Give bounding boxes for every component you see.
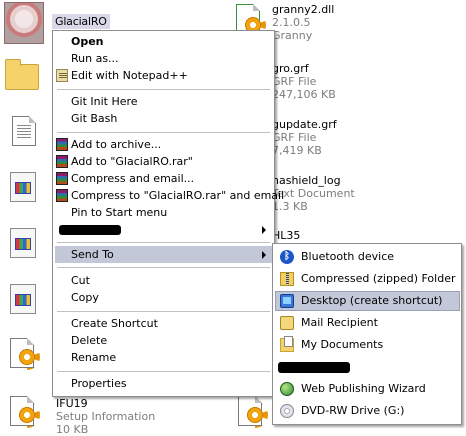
file-entry[interactable]: gupdate.grf GRF File 7,419 KB xyxy=(272,118,337,157)
menu-item-properties[interactable]: Properties xyxy=(55,375,272,392)
file-entry[interactable]: HL35 xyxy=(272,229,300,242)
file-name: granny2.dll xyxy=(272,3,335,16)
file-size: 247,106 KB xyxy=(272,88,336,101)
text-file-icon[interactable] xyxy=(12,116,36,146)
winrar-icon xyxy=(56,189,68,202)
redacted-label xyxy=(278,362,350,373)
selected-item-label[interactable]: GlacialRO xyxy=(52,14,110,29)
file-size: 1.3 KB xyxy=(272,200,308,213)
file-name: hashield_log xyxy=(272,174,341,187)
dvd-drive-icon xyxy=(280,404,294,418)
menu-item-redacted[interactable] xyxy=(55,221,272,238)
submenu-item-label: DVD-RW Drive (G:) xyxy=(301,404,405,417)
web-publishing-icon xyxy=(280,382,294,396)
menu-separator xyxy=(57,267,270,268)
send-to-desktop[interactable]: Desktop (create shortcut) xyxy=(275,291,460,311)
zip-folder-icon xyxy=(280,272,294,286)
menu-item-label: Compress to "GlacialRO.rar" and email xyxy=(71,189,285,202)
send-to-dvd-drive[interactable]: DVD-RW Drive (G:) xyxy=(275,401,460,421)
menu-item-label: Compress and email... xyxy=(71,172,195,185)
bluetooth-icon: ᛒ xyxy=(280,250,294,264)
file-company: Granny xyxy=(272,29,313,42)
menu-separator xyxy=(57,89,270,90)
file-name: gro.grf xyxy=(272,62,309,75)
menu-item-pin-start[interactable]: Pin to Start menu xyxy=(55,204,272,221)
submenu-item-label: Bluetooth device xyxy=(301,250,395,263)
submenu-arrow-icon xyxy=(262,251,266,259)
redacted-label xyxy=(59,225,121,235)
menu-separator xyxy=(57,132,270,133)
menu-item-label: Add to "GlacialRO.rar" xyxy=(71,155,193,168)
desktop-icon xyxy=(280,294,294,308)
file-type: Text Document xyxy=(272,187,355,200)
my-documents-icon xyxy=(280,336,294,352)
file-entry[interactable]: gro.grf GRF File 247,106 KB xyxy=(272,62,336,101)
menu-separator xyxy=(57,311,270,312)
submenu-item-label: Web Publishing Wizard xyxy=(301,382,426,395)
config-file-icon[interactable] xyxy=(10,228,36,258)
menu-separator xyxy=(57,371,270,372)
winrar-icon xyxy=(56,172,68,185)
setup-info-icon[interactable] xyxy=(10,338,40,370)
setup-info-icon[interactable] xyxy=(238,396,268,428)
send-to-web-publishing[interactable]: Web Publishing Wizard xyxy=(275,379,460,399)
menu-item-send-to[interactable]: Send To xyxy=(55,246,272,263)
file-name: HL35 xyxy=(272,229,301,242)
menu-item-copy[interactable]: Copy xyxy=(55,289,272,306)
file-type: GRF File xyxy=(272,75,317,88)
winrar-icon xyxy=(56,155,68,168)
context-menu: Open Run as... Edit with Notepad++ Git I… xyxy=(52,30,284,397)
menu-item-cut[interactable]: Cut xyxy=(55,272,272,289)
menu-item-run-as[interactable]: Run as... xyxy=(55,50,272,67)
submenu-item-label: Compressed (zipped) Folder xyxy=(301,272,456,285)
send-to-bluetooth[interactable]: ᛒ Bluetooth device xyxy=(275,247,460,267)
menu-item-rename[interactable]: Rename xyxy=(55,349,272,366)
menu-item-git-bash[interactable]: Git Bash xyxy=(55,110,272,127)
submenu-item-label: My Documents xyxy=(301,338,384,351)
file-version: 2.1.0.5 xyxy=(272,16,311,29)
menu-item-label: Add to archive... xyxy=(71,138,162,151)
send-to-mail-recipient[interactable]: Mail Recipient xyxy=(275,313,460,333)
submenu-item-label: Desktop (create shortcut) xyxy=(301,294,443,307)
send-to-my-documents[interactable]: My Documents xyxy=(275,335,460,355)
send-to-submenu: ᛒ Bluetooth device Compressed (zipped) F… xyxy=(272,243,462,425)
file-name: gupdate.grf xyxy=(272,118,337,131)
mail-icon xyxy=(280,316,294,330)
menu-item-add-to-archive[interactable]: Add to archive... xyxy=(55,136,272,153)
menu-item-add-to-rar[interactable]: Add to "GlacialRO.rar" xyxy=(55,153,272,170)
config-file-icon[interactable] xyxy=(10,172,36,202)
file-type: GRF File xyxy=(272,131,317,144)
menu-item-label: Send To xyxy=(71,248,114,261)
file-size: 7,419 KB xyxy=(272,144,322,157)
winrar-icon xyxy=(56,138,68,151)
menu-item-delete[interactable]: Delete xyxy=(55,332,272,349)
menu-item-label: Edit with Notepad++ xyxy=(71,69,188,82)
menu-item-edit-notepadpp[interactable]: Edit with Notepad++ xyxy=(55,67,272,84)
file-size: 10 KB xyxy=(56,423,89,436)
menu-item-open[interactable]: Open xyxy=(55,33,272,50)
send-to-compressed-folder[interactable]: Compressed (zipped) Folder xyxy=(275,269,460,289)
file-name: IFU19 xyxy=(56,397,88,410)
setup-info-icon[interactable] xyxy=(10,396,40,428)
submenu-arrow-icon xyxy=(262,226,266,234)
folder-icon[interactable] xyxy=(5,59,39,90)
notepadpp-icon xyxy=(56,69,68,82)
glacialro-folder-avatar-icon[interactable] xyxy=(4,2,44,44)
menu-item-git-init[interactable]: Git Init Here xyxy=(55,93,272,110)
send-to-redacted[interactable] xyxy=(275,357,460,377)
file-entry[interactable]: IFU19 Setup Information 10 KB xyxy=(56,397,155,436)
file-entry[interactable]: granny2.dll 2.1.0.5 Granny xyxy=(272,3,334,42)
menu-separator xyxy=(57,242,270,243)
menu-item-compress-email[interactable]: Compress and email... xyxy=(55,170,272,187)
file-entry[interactable]: hashield_log Text Document 1.3 KB xyxy=(272,174,355,213)
menu-item-compress-rar-email[interactable]: Compress to "GlacialRO.rar" and email xyxy=(55,187,284,204)
menu-item-create-shortcut[interactable]: Create Shortcut xyxy=(55,315,272,332)
file-type: Setup Information xyxy=(56,410,156,423)
config-file-icon[interactable] xyxy=(10,284,36,314)
submenu-item-label: Mail Recipient xyxy=(301,316,378,329)
